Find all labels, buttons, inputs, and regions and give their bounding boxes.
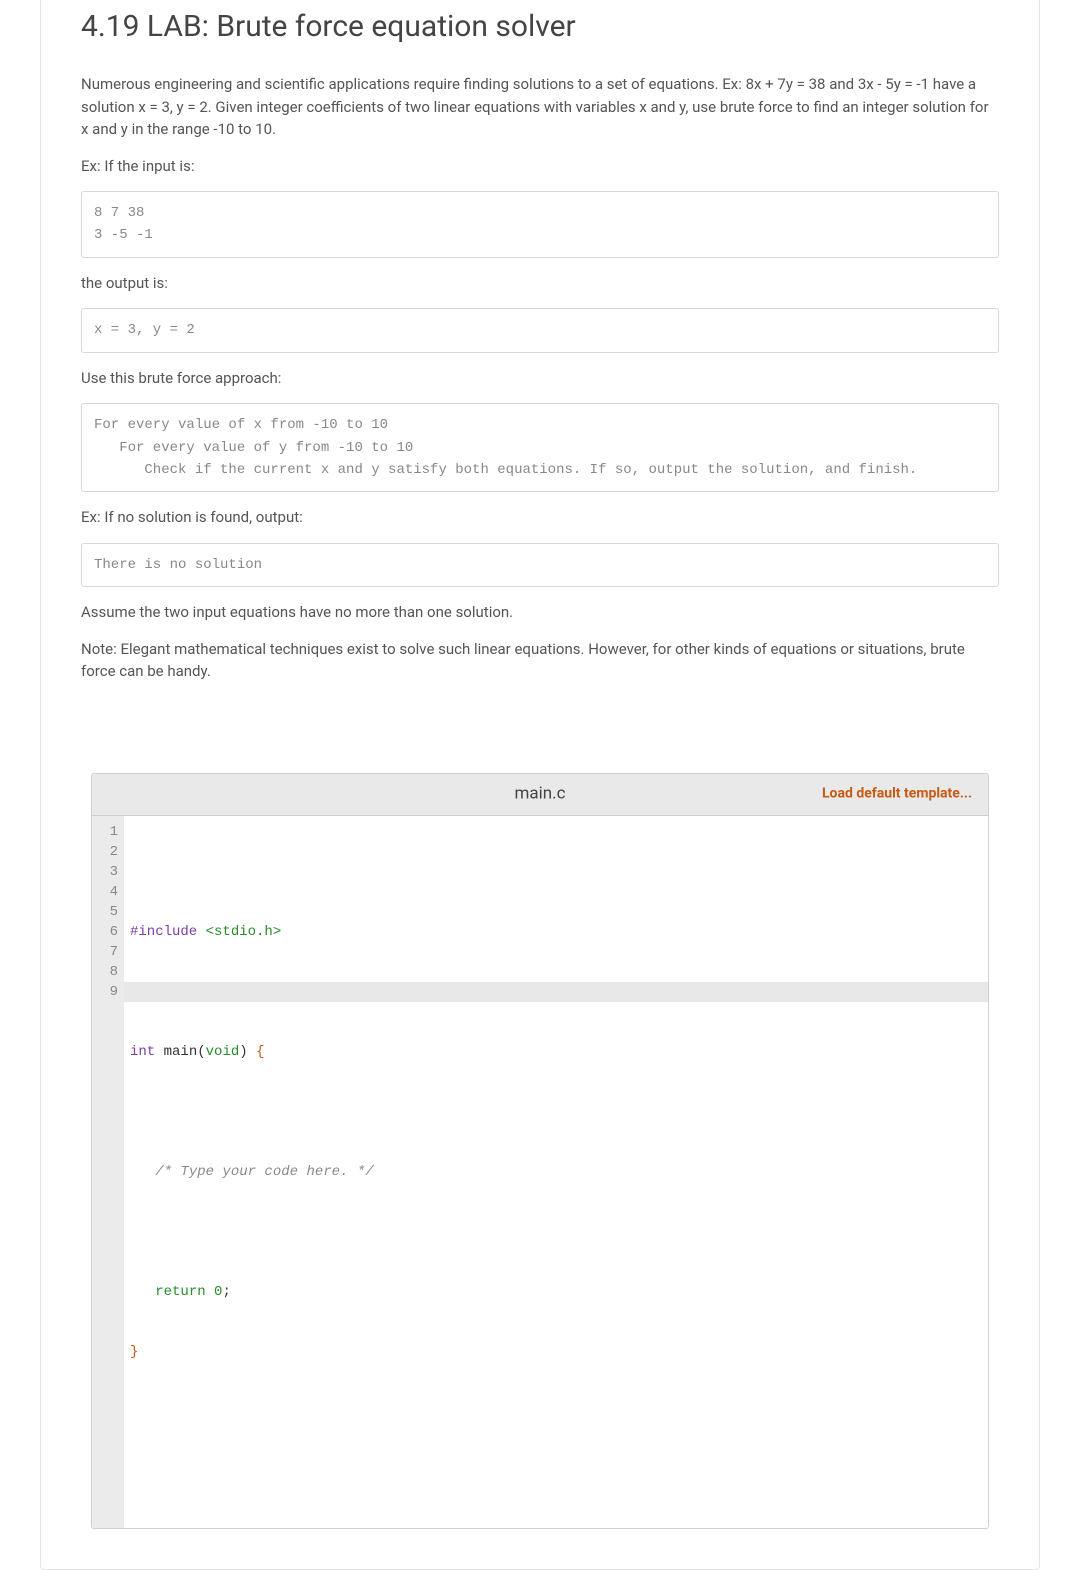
code-line[interactable]: /* Type your code here. */ xyxy=(130,1162,988,1182)
line-number: 3 xyxy=(102,862,118,882)
assume-paragraph: Assume the two input equations have no m… xyxy=(81,601,999,624)
line-number: 5 xyxy=(102,902,118,922)
load-default-template-link[interactable]: Load default template... xyxy=(822,784,972,805)
code-line[interactable]: return 0; xyxy=(130,1282,988,1302)
no-solution-label: Ex: If no solution is found, output: xyxy=(81,506,999,529)
note-paragraph: Note: Elegant mathematical techniques ex… xyxy=(81,638,999,683)
line-number: 1 xyxy=(102,822,118,842)
page-title: 4.19 LAB: Brute force equation solver xyxy=(81,0,999,49)
output-label: the output is: xyxy=(81,272,999,295)
example-input-block: 8 7 38 3 -5 -1 xyxy=(81,191,999,258)
resize-handle-icon[interactable] xyxy=(974,1514,986,1526)
editor-gutter: 1 2 3 4 5 6 7 8 9 xyxy=(92,816,124,1528)
line-number: 6 xyxy=(102,922,118,942)
example-input-label: Ex: If the input is: xyxy=(81,155,999,178)
lab-card: 4.19 LAB: Brute force equation solver Nu… xyxy=(40,0,1040,1570)
line-number: 2 xyxy=(102,842,118,862)
line-number: 7 xyxy=(102,942,118,962)
editor-filename: main.c xyxy=(514,781,565,807)
approach-label: Use this brute force approach: xyxy=(81,367,999,390)
intro-paragraph: Numerous engineering and scientific appl… xyxy=(81,73,999,141)
code-line[interactable]: int main(void) { xyxy=(130,1042,988,1062)
line-number: 4 xyxy=(102,882,118,902)
editor-header: main.c Load default template... xyxy=(92,774,988,816)
no-solution-block: There is no solution xyxy=(81,543,999,587)
approach-block: For every value of x from -10 to 10 For … xyxy=(81,403,999,492)
line-number: 9 xyxy=(102,982,118,1002)
code-line[interactable] xyxy=(130,1102,988,1122)
code-line[interactable] xyxy=(130,982,988,1002)
code-line[interactable] xyxy=(130,1222,988,1242)
code-line[interactable] xyxy=(130,1402,988,1422)
editor-body[interactable]: 1 2 3 4 5 6 7 8 9 #include <stdio.h> int… xyxy=(92,816,988,1528)
code-area[interactable]: #include <stdio.h> int main(void) { /* T… xyxy=(124,816,988,1528)
code-line[interactable]: } xyxy=(130,1342,988,1362)
code-line[interactable]: #include <stdio.h> xyxy=(130,922,988,942)
example-output-block: x = 3, y = 2 xyxy=(81,308,999,352)
code-editor: main.c Load default template... 1 2 3 4 … xyxy=(91,773,989,1529)
line-number: 8 xyxy=(102,962,118,982)
